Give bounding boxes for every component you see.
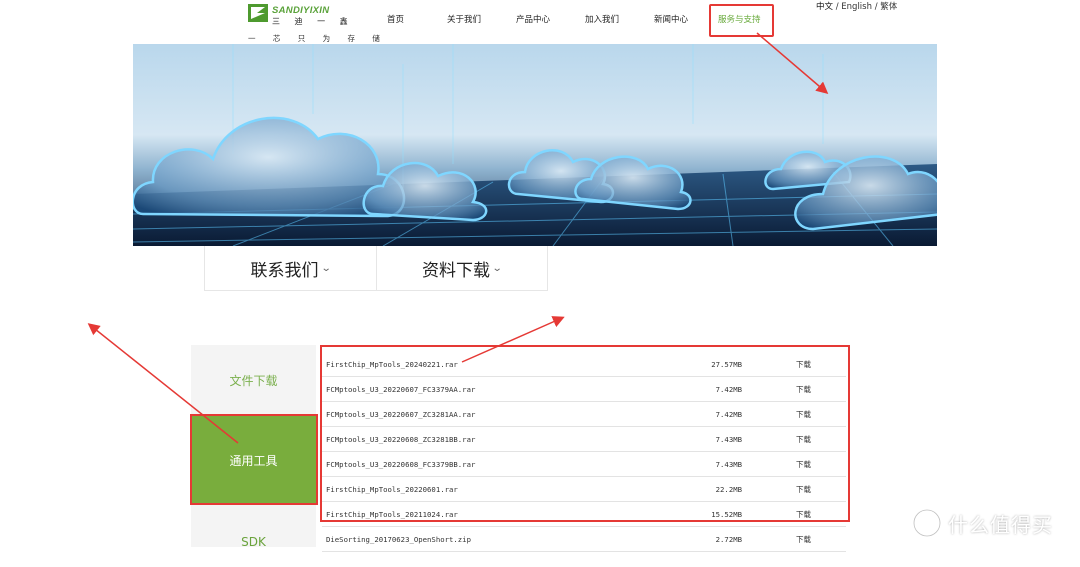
- section-tabs: 联系我们 ⌄ 资料下载 ⌄: [204, 246, 548, 291]
- annotation-box-nav: [709, 4, 774, 37]
- hero-banner: [133, 44, 937, 246]
- sidebar-item-sdk[interactable]: SDK: [191, 517, 316, 567]
- logo-slogan: 一 芯 只 为 存 储: [248, 34, 388, 43]
- lang-zh[interactable]: 中文: [816, 2, 833, 12]
- lang-sep: /: [835, 2, 839, 12]
- logo-en-text: SANDIYIXIN: [272, 5, 330, 16]
- lang-tw[interactable]: 繁体: [880, 2, 897, 12]
- brand-logo[interactable]: SANDIYIXIN 三 迪 一 鑫 一 芯 只 为 存 储: [248, 4, 380, 44]
- logo-mark-icon: [248, 4, 268, 22]
- zhi-logo-icon: [912, 508, 942, 538]
- table-row: DieSorting_20170623_OpenShort.zip 2.72MB…: [322, 527, 846, 552]
- file-size: 2.72MB: [715, 535, 742, 544]
- logo-cn-text: 三 迪 一 鑫: [272, 17, 354, 26]
- lang-sep: /: [874, 2, 878, 12]
- tab-downloads[interactable]: 资料下载 ⌄: [375, 246, 548, 290]
- nav-home[interactable]: 首页: [387, 13, 404, 25]
- sidebar-item-file-download[interactable]: 文件下载: [191, 345, 316, 415]
- cloud-banner-image: [133, 44, 937, 246]
- annotation-box-sidebar: [190, 414, 318, 505]
- chevron-down-icon: ⌄: [491, 262, 503, 274]
- tab-contact-us-label: 联系我们: [250, 260, 319, 281]
- nav-join[interactable]: 加入我们: [585, 13, 619, 25]
- annotation-box-file-list: [320, 345, 850, 522]
- lang-en[interactable]: English: [841, 2, 872, 12]
- chevron-down-icon: ⌄: [320, 262, 332, 274]
- file-name: DieSorting_20170623_OpenShort.zip: [326, 535, 471, 544]
- nav-news[interactable]: 新闻中心: [654, 13, 688, 25]
- tab-downloads-label: 资料下载: [422, 260, 491, 281]
- language-switcher: 中文 / English / 繁体: [816, 0, 897, 12]
- nav-products[interactable]: 产品中心: [516, 13, 550, 25]
- watermark-text: 什么值得买: [948, 512, 1053, 537]
- download-link[interactable]: 下载: [796, 534, 811, 545]
- watermark: 什么值得买: [912, 506, 1053, 540]
- tab-contact-us[interactable]: 联系我们 ⌄: [205, 246, 376, 290]
- nav-about[interactable]: 关于我们: [447, 13, 481, 25]
